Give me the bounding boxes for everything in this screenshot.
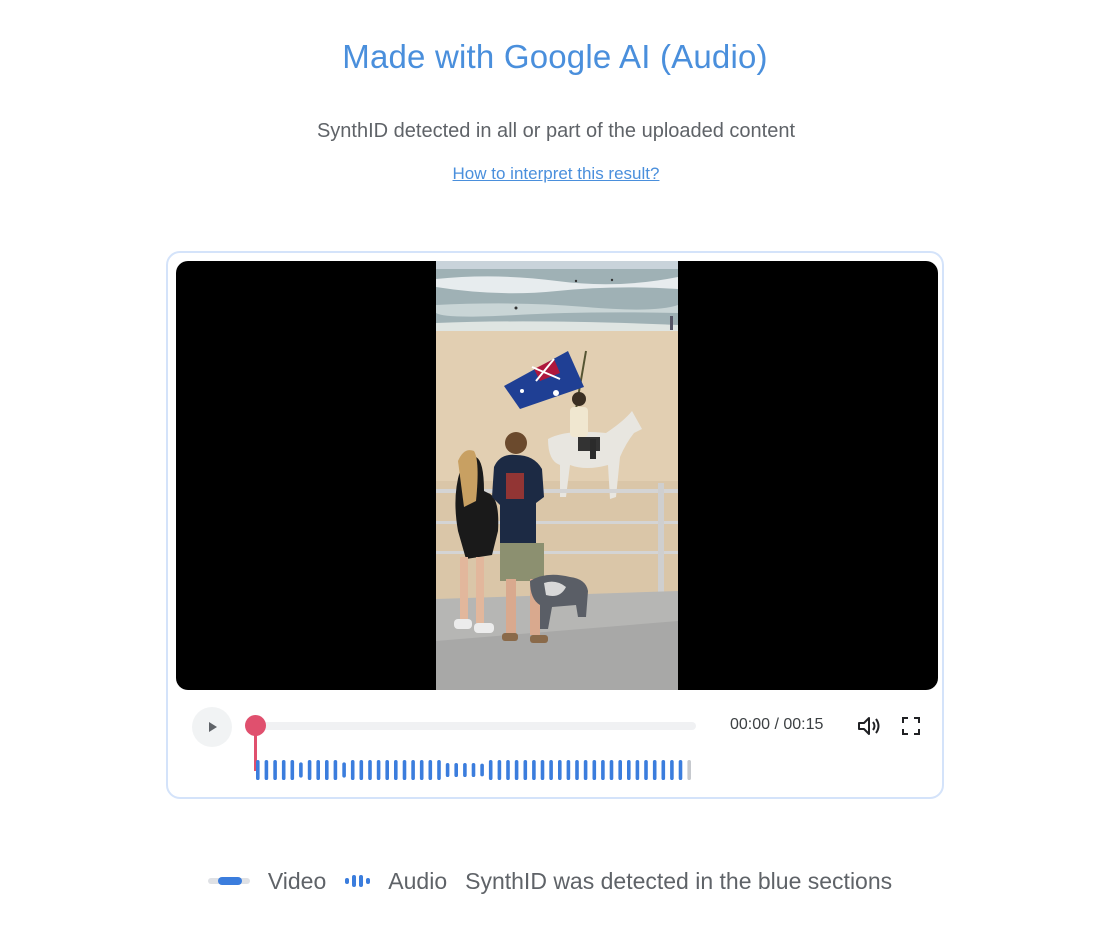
- waveform-bar: [592, 760, 597, 780]
- waveform-bar: [454, 763, 458, 777]
- waveform-bar: [256, 760, 260, 780]
- waveform-bar: [307, 760, 312, 780]
- waveform-bar: [635, 760, 640, 780]
- waveform-bar: [678, 760, 683, 780]
- media-player: 00:00 / 00:15: [166, 251, 944, 799]
- waveform-bar: [463, 763, 467, 777]
- audio-legend-icon: [345, 875, 371, 887]
- waveform-bar: [273, 760, 277, 780]
- waveform-bar: [411, 760, 415, 780]
- waveform-bar: [350, 760, 355, 780]
- waveform-bar: [402, 760, 407, 780]
- seek-track[interactable]: [250, 722, 696, 730]
- waveform-bar: [618, 760, 622, 780]
- waveform-bar: [437, 760, 441, 780]
- waveform-bar: [385, 760, 389, 780]
- waveform-bar: [445, 763, 450, 777]
- waveform-bar: [376, 760, 381, 780]
- volume-icon[interactable]: [856, 713, 882, 739]
- interpret-result-link[interactable]: How to interpret this result?: [0, 164, 1100, 184]
- waveform-bar: [609, 760, 614, 780]
- waveform-bar: [583, 760, 588, 780]
- waveform-bar: [342, 762, 346, 778]
- waveform-bar: [299, 762, 303, 778]
- waveform-bar: [325, 760, 329, 780]
- fullscreen-icon[interactable]: [900, 715, 922, 737]
- waveform-bar: [497, 760, 502, 780]
- video-legend-icon: [207, 877, 250, 885]
- detection-note: SynthID was detected in the blue section…: [465, 867, 893, 894]
- audio-waveform: [256, 760, 691, 780]
- waveform-bar: [506, 760, 510, 780]
- waveform-bar: [428, 760, 433, 780]
- waveform-bar: [264, 760, 269, 780]
- waveform-bar: [575, 760, 579, 780]
- waveform-bar: [514, 760, 519, 780]
- waveform-bar: [290, 760, 295, 780]
- waveform-bar: [644, 760, 648, 780]
- waveform-bar: [627, 760, 631, 780]
- video-area[interactable]: [176, 261, 938, 690]
- play-button[interactable]: [192, 707, 232, 747]
- waveform-bar: [480, 763, 484, 777]
- waveform-bar: [661, 760, 666, 780]
- waveform-bar: [281, 760, 286, 780]
- waveform-bar: [687, 760, 691, 780]
- waveform-bar: [601, 760, 605, 780]
- waveform-bar: [532, 760, 536, 780]
- waveform-bar: [394, 760, 398, 780]
- waveform-bar: [670, 760, 674, 780]
- audio-legend-label: Audio: [388, 867, 448, 894]
- waveform-bar: [523, 760, 528, 780]
- legend: Video Audio SynthID was detected in the …: [0, 865, 1100, 897]
- waveform-bar: [652, 760, 657, 780]
- playhead-handle[interactable]: [245, 715, 266, 736]
- result-title: Made with Google AI (Audio): [342, 38, 768, 75]
- waveform-bar: [316, 760, 320, 780]
- waveform-bar: [549, 760, 553, 780]
- video-legend-label: Video: [267, 867, 327, 894]
- waveform-bar: [368, 760, 372, 780]
- waveform-bar: [359, 760, 364, 780]
- result-subtitle: SynthID detected in all or part of the u…: [316, 120, 796, 142]
- play-icon: [209, 722, 217, 732]
- player-controls: 00:00 / 00:15: [168, 693, 942, 793]
- video-frame-image: [436, 261, 678, 690]
- waveform-bar: [540, 760, 545, 780]
- time-display: 00:00 / 00:15: [730, 716, 824, 733]
- waveform-bar: [566, 760, 571, 780]
- waveform-bar: [333, 760, 338, 780]
- waveform-bar: [419, 760, 424, 780]
- waveform-bar: [488, 760, 493, 780]
- waveform-bar: [471, 763, 476, 777]
- waveform-bar: [558, 760, 562, 780]
